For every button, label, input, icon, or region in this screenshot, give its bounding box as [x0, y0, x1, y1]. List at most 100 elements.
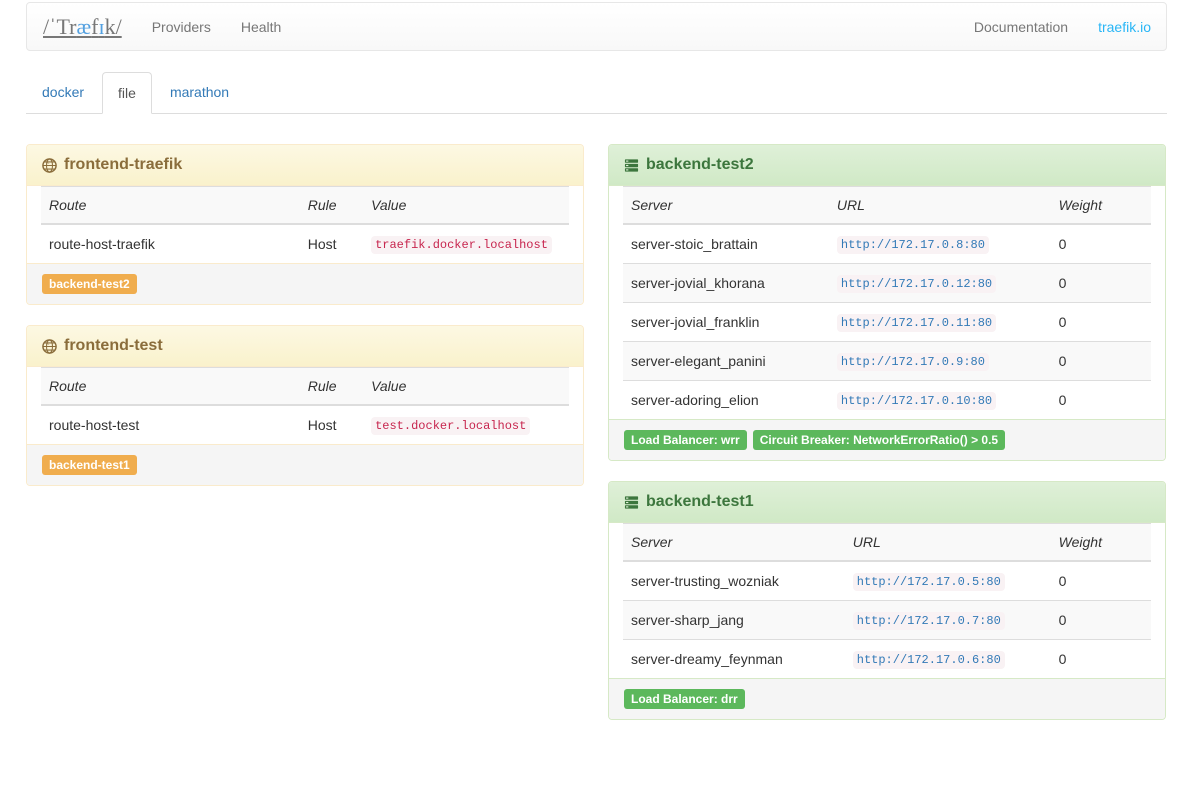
globe-icon	[42, 158, 57, 173]
frontend-panel-heading: frontend-traefik	[27, 145, 583, 186]
navbar-right: Documentation traefik.io	[959, 3, 1166, 50]
server-stack-icon	[624, 495, 639, 510]
cell-server: server-dreamy_feynman	[623, 640, 845, 679]
backend-panel: backend-test2 Server URL Weight	[608, 144, 1166, 461]
brand-mid: f	[91, 14, 98, 40]
circuit-breaker-label: Circuit Breaker: NetworkErrorRatio() > 0…	[753, 430, 1005, 450]
server-url-code: http://172.17.0.5:80	[853, 573, 1005, 591]
cell-url: http://172.17.0.11:80	[829, 303, 1051, 342]
navbar-left: /ˈTræfɪk/ Providers Health	[27, 3, 296, 50]
cell-weight: 0	[1051, 303, 1151, 342]
backends-column: backend-test2 Server URL Weight	[608, 144, 1166, 740]
server-url-link[interactable]: http://172.17.0.11:80	[837, 313, 996, 329]
server-url-link[interactable]: http://172.17.0.10:80	[837, 391, 996, 407]
backend-panel-heading: backend-test1	[609, 482, 1165, 523]
cell-url: http://172.17.0.9:80	[829, 342, 1051, 381]
cell-server: server-trusting_wozniak	[623, 561, 845, 601]
load-balancer-label: Load Balancer: drr	[624, 689, 745, 709]
table-header-row: Server URL Weight	[623, 187, 1151, 225]
cell-url: http://172.17.0.5:80	[845, 561, 1051, 601]
nav-item-traefik-io[interactable]: traefik.io	[1083, 3, 1166, 50]
backend-servers-table: Server URL Weight server-trusting_woznia…	[623, 523, 1151, 678]
cell-url: http://172.17.0.7:80	[845, 601, 1051, 640]
tab-docker[interactable]: docker	[26, 71, 100, 113]
col-header-rule: Rule	[300, 187, 363, 225]
col-header-rule: Rule	[300, 368, 363, 406]
frontends-column: frontend-traefik Route Rule Value	[26, 144, 584, 740]
server-url-code: http://172.17.0.6:80	[853, 651, 1005, 669]
col-header-server: Server	[623, 187, 829, 225]
nav-item-health[interactable]: Health	[226, 3, 296, 50]
table-row: server-dreamy_feynman http://172.17.0.6:…	[623, 640, 1151, 679]
table-row: server-trusting_wozniak http://172.17.0.…	[623, 561, 1151, 601]
load-balancer-label: Load Balancer: wrr	[624, 430, 747, 450]
server-url-code: http://172.17.0.7:80	[853, 612, 1005, 630]
cell-weight: 0	[1051, 224, 1151, 264]
backend-link-label[interactable]: backend-test2	[42, 274, 137, 294]
cell-server: server-adoring_elion	[623, 381, 829, 420]
frontend-routes-table-wrap: Route Rule Value route-host-traefik Host…	[27, 186, 583, 263]
cell-url: http://172.17.0.6:80	[845, 640, 1051, 679]
cell-server: server-elegant_panini	[623, 342, 829, 381]
backend-servers-table-wrap: Server URL Weight server-stoic_brattain …	[609, 186, 1165, 419]
frontend-panel-title: frontend-test	[64, 336, 163, 356]
col-header-server: Server	[623, 524, 845, 562]
server-url-link[interactable]: http://172.17.0.5:80	[853, 572, 1005, 588]
navbar: /ˈTræfɪk/ Providers Health Documentation…	[26, 2, 1167, 51]
cell-server: server-sharp_jang	[623, 601, 845, 640]
table-header-row: Server URL Weight	[623, 524, 1151, 562]
globe-icon	[42, 339, 57, 354]
tab-file[interactable]: file	[102, 72, 152, 114]
cell-weight: 0	[1051, 640, 1151, 679]
col-header-weight: Weight	[1051, 524, 1151, 562]
col-header-url: URL	[845, 524, 1051, 562]
server-url-link[interactable]: http://172.17.0.6:80	[853, 650, 1005, 666]
backend-panel-heading: backend-test2	[609, 145, 1165, 186]
route-value-code: traefik.docker.localhost	[371, 236, 552, 254]
backend-panel-footer: Load Balancer: drr	[609, 678, 1165, 719]
cell-weight: 0	[1051, 264, 1151, 303]
backend-panel-title: backend-test2	[646, 155, 754, 175]
brand-highlight-ae: æ	[76, 14, 91, 40]
cell-route: route-host-test	[41, 405, 300, 444]
provider-tabs: docker file marathon	[26, 73, 1167, 114]
tab-marathon[interactable]: marathon	[154, 71, 245, 113]
cell-weight: 0	[1051, 381, 1151, 420]
frontend-routes-table: Route Rule Value route-host-test Host te…	[41, 367, 569, 444]
server-url-link[interactable]: http://172.17.0.12:80	[837, 274, 996, 290]
col-header-value: Value	[363, 187, 569, 225]
server-url-link[interactable]: http://172.17.0.9:80	[837, 352, 989, 368]
server-url-code: http://172.17.0.12:80	[837, 275, 996, 293]
frontend-panel-heading: frontend-test	[27, 326, 583, 367]
table-row: server-sharp_jang http://172.17.0.7:80 0	[623, 601, 1151, 640]
cell-weight: 0	[1051, 342, 1151, 381]
cell-weight: 0	[1051, 601, 1151, 640]
backend-panel-footer: Load Balancer: wrr Circuit Breaker: Netw…	[609, 419, 1165, 460]
table-header-row: Route Rule Value	[41, 368, 569, 406]
col-header-route: Route	[41, 368, 300, 406]
table-row: server-jovial_franklin http://172.17.0.1…	[623, 303, 1151, 342]
backend-servers-table-wrap: Server URL Weight server-trusting_woznia…	[609, 523, 1165, 678]
frontend-panel-footer: backend-test2	[27, 263, 583, 304]
frontend-panel: frontend-traefik Route Rule Value	[26, 144, 584, 305]
table-row: server-elegant_panini http://172.17.0.9:…	[623, 342, 1151, 381]
server-stack-icon	[624, 158, 639, 173]
table-row: route-host-traefik Host traefik.docker.l…	[41, 224, 569, 263]
table-row: server-jovial_khorana http://172.17.0.12…	[623, 264, 1151, 303]
frontend-panel: frontend-test Route Rule Value	[26, 325, 584, 486]
server-url-link[interactable]: http://172.17.0.7:80	[853, 611, 1005, 627]
brand-prefix: /ˈTr	[43, 14, 76, 40]
nav-item-documentation[interactable]: Documentation	[959, 3, 1083, 50]
cell-value: test.docker.localhost	[363, 405, 569, 444]
cell-weight: 0	[1051, 561, 1151, 601]
server-url-code: http://172.17.0.8:80	[837, 236, 989, 254]
cell-value: traefik.docker.localhost	[363, 224, 569, 263]
nav-item-providers[interactable]: Providers	[137, 3, 226, 50]
cell-rule: Host	[300, 405, 363, 444]
brand-logo[interactable]: /ˈTræfɪk/	[27, 3, 137, 50]
backend-link-label[interactable]: backend-test1	[42, 455, 137, 475]
cell-url: http://172.17.0.8:80	[829, 224, 1051, 264]
col-header-weight: Weight	[1051, 187, 1151, 225]
server-url-code: http://172.17.0.9:80	[837, 353, 989, 371]
server-url-link[interactable]: http://172.17.0.8:80	[837, 235, 989, 251]
